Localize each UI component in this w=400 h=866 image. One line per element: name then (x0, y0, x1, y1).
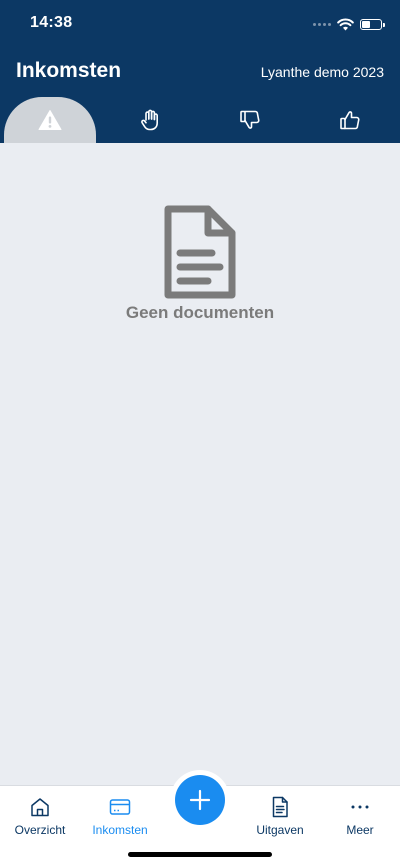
status-bar: 14:38 (0, 0, 400, 48)
battery-icon (360, 18, 385, 30)
tab-thumbs-down[interactable] (200, 97, 300, 143)
nav-item-uitgaven[interactable]: Uitgaven (240, 796, 320, 842)
add-button[interactable] (175, 775, 225, 825)
document-icon (272, 796, 288, 818)
wifi-icon (337, 18, 354, 30)
nav-item-meer[interactable]: Meer (320, 796, 400, 842)
signal-dots-icon (313, 22, 331, 26)
nav-label: Uitgaven (256, 823, 304, 837)
warning-icon (38, 110, 62, 130)
organization-name[interactable]: Lyanthe demo 2023 (261, 64, 384, 80)
nav-item-overzicht[interactable]: Overzicht (0, 796, 80, 842)
empty-state-message: Geen documenten (125, 303, 275, 322)
status-icons (313, 15, 385, 33)
tab-thumbs-up[interactable] (300, 97, 400, 143)
more-icon (351, 805, 369, 809)
thumbs-down-icon (240, 110, 260, 129)
thumbs-up-icon (340, 111, 360, 130)
document-icon (164, 205, 236, 299)
plus-icon (189, 789, 211, 811)
empty-state: Geen documenten (0, 203, 400, 323)
filter-tabs (0, 97, 400, 143)
home-icon (31, 798, 49, 817)
hand-icon (141, 109, 158, 131)
card-icon (109, 799, 131, 815)
status-time: 14:38 (30, 14, 73, 31)
tab-warning[interactable] (0, 97, 100, 143)
nav-item-inkomsten[interactable]: Inkomsten (80, 796, 160, 842)
nav-label: Meer (346, 823, 374, 837)
nav-label: Inkomsten (92, 823, 148, 837)
home-indicator (128, 852, 272, 857)
app-header: 14:38 Inkomsten Lyanthe demo 2023 (0, 0, 400, 143)
nav-label: Overzicht (14, 823, 66, 837)
tab-hand[interactable] (100, 97, 200, 143)
title-row: Inkomsten Lyanthe demo 2023 (0, 55, 400, 89)
page-title: Inkomsten (16, 59, 122, 82)
